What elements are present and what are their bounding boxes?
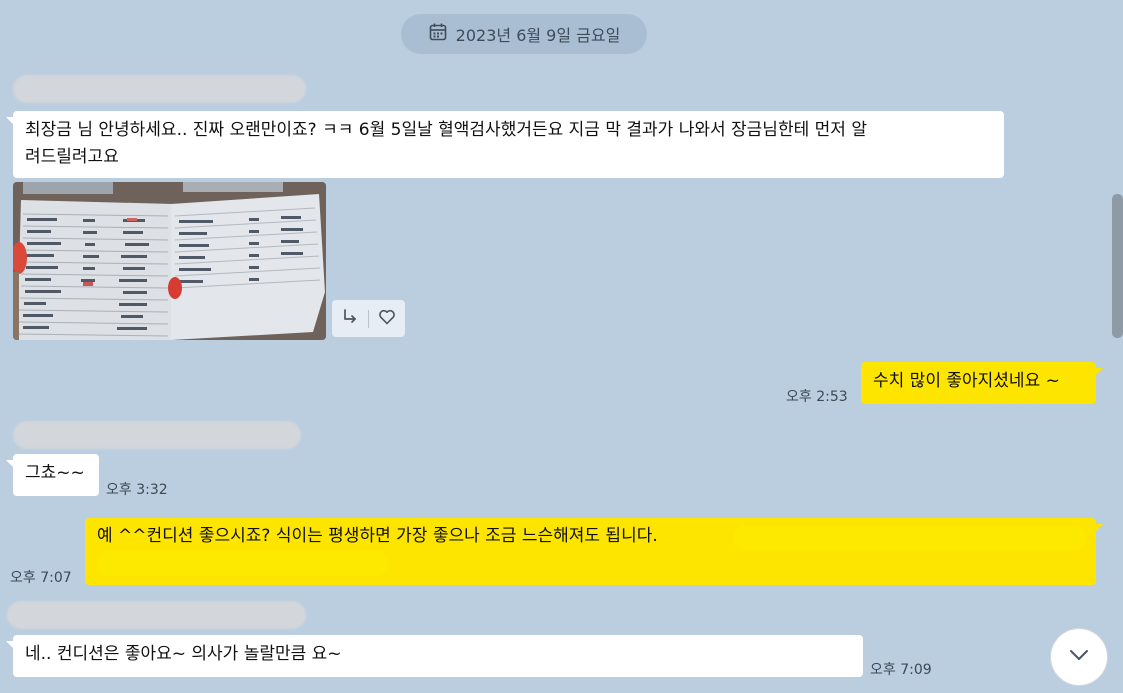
heart-icon[interactable] [377, 307, 397, 331]
date-label: 2023년 6월 9일 금요일 [455, 26, 621, 45]
message-time: 오후 7:07 [10, 570, 72, 586]
incoming-message[interactable]: 네.. 컨디션은 좋아요~ 의사가 놀랄만큼 요~ [6, 635, 863, 677]
message-time: 오후 7:09 [870, 662, 932, 678]
redacted-text [733, 525, 1085, 551]
photo-action-bar [332, 300, 405, 337]
divider [368, 309, 369, 328]
photo-attachment[interactable] [13, 182, 326, 340]
message-text-line: 최장금 님 안녕하세요.. 진짜 오랜만이죠? ㅋㅋ 6월 5일날 혈액검사했거… [25, 120, 867, 140]
message-text: 그쵸~~ [25, 463, 85, 483]
message-text: 네.. 컨디션은 좋아요~ 의사가 놀랄만큼 요~ [25, 644, 342, 664]
date-divider: 2023년 6월 9일 금요일 [401, 14, 647, 54]
redacted-text [97, 550, 388, 576]
outgoing-message[interactable]: 수치 많이 좋아지셨네요 ~ [861, 362, 1103, 404]
incoming-message[interactable]: 최장금 님 안녕하세요.. 진짜 오랜만이죠? ㅋㅋ 6월 5일날 혈액검사했거… [6, 111, 1004, 178]
message-time: 오후 3:32 [106, 482, 168, 498]
message-time: 오후 2:53 [786, 389, 848, 405]
scroll-to-bottom-button[interactable] [1050, 628, 1108, 686]
message-text: 수치 많이 좋아지셨네요 ~ [873, 371, 1060, 391]
message-text: 예 ^^컨디션 좋으시죠? 식이는 평생하면 가장 좋으나 조금 느슨해져도 됩… [97, 526, 658, 546]
scrollbar-thumb[interactable] [1112, 194, 1123, 338]
share-arrow-icon[interactable] [340, 307, 360, 331]
message-text-line: 려드릴려고요 [25, 147, 119, 167]
sender-name-redacted [13, 421, 301, 449]
chevron-down-icon [1067, 643, 1091, 671]
sender-name-redacted [7, 601, 306, 629]
calendar-icon [428, 22, 448, 46]
incoming-message[interactable]: 그쵸~~ [6, 454, 99, 496]
sender-name-redacted [13, 75, 306, 103]
